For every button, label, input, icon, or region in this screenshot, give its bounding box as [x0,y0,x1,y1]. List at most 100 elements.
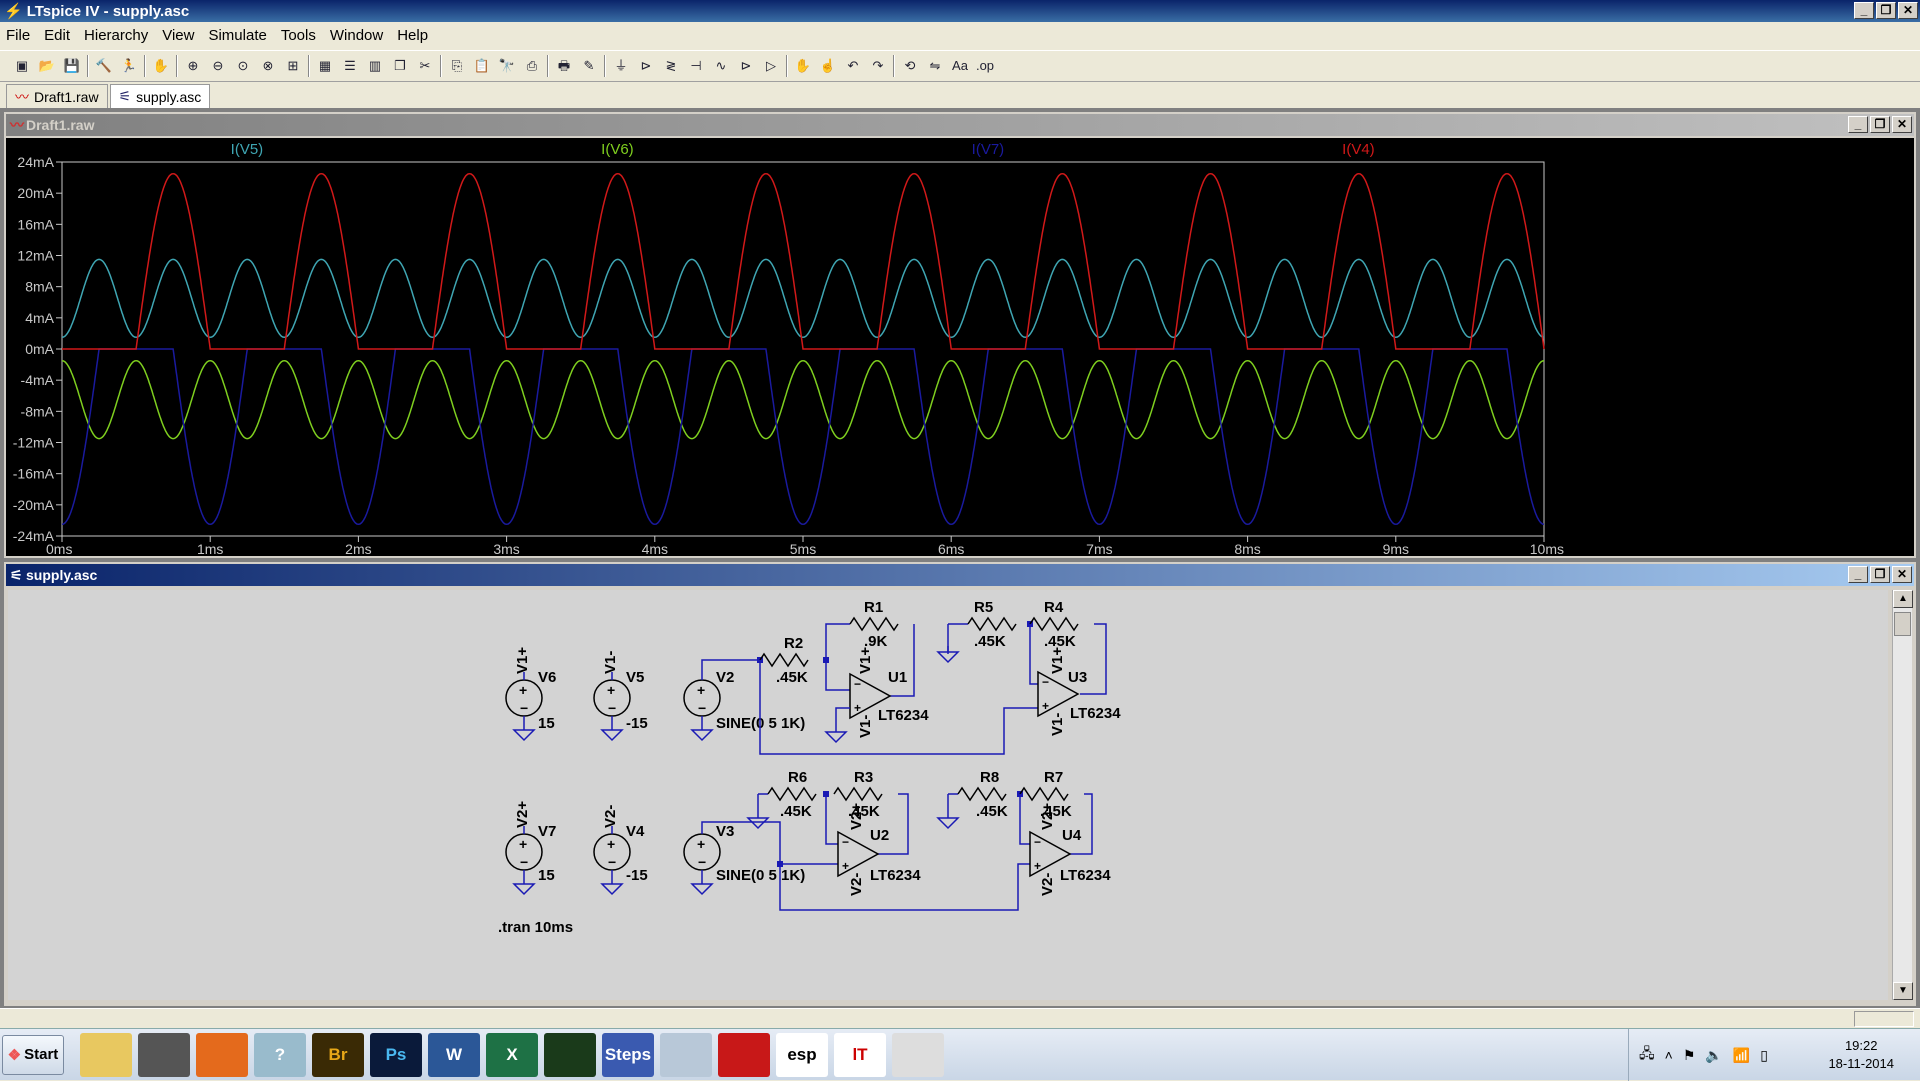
scroll-up-button[interactable]: ▲ [1893,590,1913,608]
schematic-canvas[interactable]: + − V6 15 V1+ + − V5 -15 V1- + − V2 SINE(0 5 1K) R2.45… [8,590,1888,1000]
rotate-icon[interactable]: ⟲ [900,56,920,76]
drag-icon[interactable]: ☝ [818,56,838,76]
x-tick-label: 3ms [493,541,519,556]
tab-draft1-raw[interactable]: 〰 Draft1.raw [6,84,108,108]
spice-directive-icon[interactable]: .op [975,56,995,76]
excel-icon[interactable]: X [486,1032,538,1077]
zoom-out-icon[interactable]: ⊖ [208,56,228,76]
tab-label: Draft1.raw [34,88,99,105]
cut-icon[interactable]: ✂ [415,56,435,76]
calculator-icon[interactable] [660,1032,712,1077]
volume-icon[interactable]: 🔈 [1705,1047,1722,1064]
legend-iv6: I(V6) [601,141,634,158]
clock[interactable]: 19:22 18-11-2014 [1828,1037,1894,1073]
menu-view[interactable]: View [162,27,194,44]
plot-window-titlebar[interactable]: 〰 Draft1.raw _ ❐ ✕ [6,114,1914,136]
taskbar-app-label: X [506,1044,518,1064]
undo-icon[interactable]: ↶ [843,56,863,76]
signal-icon[interactable]: 📶 [1733,1047,1750,1064]
diode-icon[interactable]: ⊳ [736,56,756,76]
plot-close-button[interactable]: ✕ [1892,116,1912,133]
firefox-icon[interactable] [196,1032,248,1077]
taskbar-app-label: lT [852,1044,868,1064]
audio-tool-icon[interactable] [892,1032,944,1077]
flag-icon[interactable]: ⚑ [1683,1047,1696,1064]
ground-symbol [690,883,714,896]
restore-button[interactable]: ❐ [1876,2,1896,19]
help-icon[interactable]: ? [254,1032,306,1077]
redo-icon[interactable]: ↷ [868,56,888,76]
menu-window[interactable]: Window [330,27,383,44]
text-icon[interactable]: Aa [950,56,970,76]
print-icon[interactable]: 🖶 [554,56,574,76]
menu-hierarchy[interactable]: Hierarchy [84,27,148,44]
wire [835,707,850,726]
label-icon[interactable]: ⊳ [636,56,656,76]
schematic-drawing: +−V615V1++−V5-15V1-+−V2SINE(0 5 1K)R2.45… [498,599,1121,936]
resistor-icon[interactable]: ≷ [661,56,681,76]
copy-icon[interactable]: ⎘ [447,56,467,76]
net-u3-bot: V1- [1049,713,1066,736]
scroll-down-button[interactable]: ▼ [1893,982,1913,1000]
word-icon[interactable]: W [428,1032,480,1077]
x-tick-label: 5ms [790,541,816,556]
zoom-cancel-icon[interactable]: ⊗ [258,56,278,76]
esp-icon[interactable]: esp [776,1032,828,1077]
mirror-icon[interactable]: ⇋ [925,56,945,76]
power-icon[interactable]: ▯ [1760,1047,1768,1064]
save-icon[interactable]: 💾 [62,56,82,76]
minimize-button[interactable]: _ [1854,2,1874,19]
menu-help[interactable]: Help [397,27,428,44]
menu-edit[interactable]: Edit [44,27,70,44]
schematic-minimize-button[interactable]: _ [1848,566,1868,583]
tab-supply-asc[interactable]: ⚟ supply.asc [109,84,211,108]
start-button[interactable]: ❖ Start [2,1034,64,1075]
capacitor-icon[interactable]: ⊣ [686,56,706,76]
print-setup-icon[interactable]: ⎙ [522,56,542,76]
inductor-icon[interactable]: ∿ [711,56,731,76]
new-schematic-icon[interactable]: ▣ [12,56,32,76]
close-button[interactable]: ✕ [1898,2,1918,19]
menu-tools[interactable]: Tools [281,27,316,44]
waveform-plot[interactable]: 24mA 20mA 16mA 12mA 8mA 4mA 0mA -4mA -8mA -12mA -1… [6,138,1914,557]
explorer-icon[interactable] [80,1032,132,1077]
plot-minimize-button[interactable]: _ [1848,116,1868,133]
schematic-window-titlebar[interactable]: ⚟ supply.asc _ ❐ ✕ [6,564,1914,586]
schematic-maximize-button[interactable]: ❐ [1870,566,1890,583]
cascade-icon[interactable]: ❐ [390,56,410,76]
grid-icon[interactable]: ▦ [315,56,335,76]
menu-file[interactable]: File [6,27,30,44]
find-icon[interactable]: 🔭 [497,56,517,76]
ltspice-icon[interactable]: lT [834,1032,886,1077]
bridge-icon[interactable]: Br [312,1032,364,1077]
ccleaner-icon[interactable] [718,1032,770,1077]
plot-maximize-button[interactable]: ❐ [1870,116,1890,133]
net-u2-top: V2+ [848,803,865,830]
wire-icon[interactable]: ✎ [579,56,599,76]
component-icon[interactable]: ▷ [761,56,781,76]
open-icon[interactable]: 📂 [37,56,57,76]
zoom-fit-icon[interactable]: ⊙ [233,56,253,76]
photoshop-icon[interactable]: Ps [370,1032,422,1077]
move-icon[interactable]: ✋ [793,56,813,76]
halt-icon[interactable]: ✋ [151,56,171,76]
vertical-scrollbar[interactable]: ▲ ▼ [1892,590,1913,1000]
paste-icon[interactable]: 📋 [472,56,492,76]
plus-sign: + [519,682,527,698]
steps-icon[interactable]: Steps [602,1032,654,1077]
schematic-close-button[interactable]: ✕ [1892,566,1912,583]
tile-horizontal-icon[interactable]: ☰ [340,56,360,76]
network-icon[interactable]: 🖧 [1639,1043,1655,1067]
tile-vertical-icon[interactable]: ▥ [365,56,385,76]
run-icon[interactable]: 🏃 [119,56,139,76]
menu-simulate[interactable]: Simulate [208,27,266,44]
scroll-thumb[interactable] [1894,612,1911,636]
part-u1: LT6234 [878,707,929,724]
show-hidden-icons[interactable]: ˄ [1665,1047,1673,1063]
ground-icon[interactable]: ⏚ [611,56,631,76]
oscilloscope-icon[interactable] [544,1032,596,1077]
camera-icon[interactable] [138,1032,190,1077]
autoscale-icon[interactable]: ⊞ [283,56,303,76]
zoom-in-icon[interactable]: ⊕ [183,56,203,76]
control-panel-icon[interactable]: 🔨 [94,56,114,76]
